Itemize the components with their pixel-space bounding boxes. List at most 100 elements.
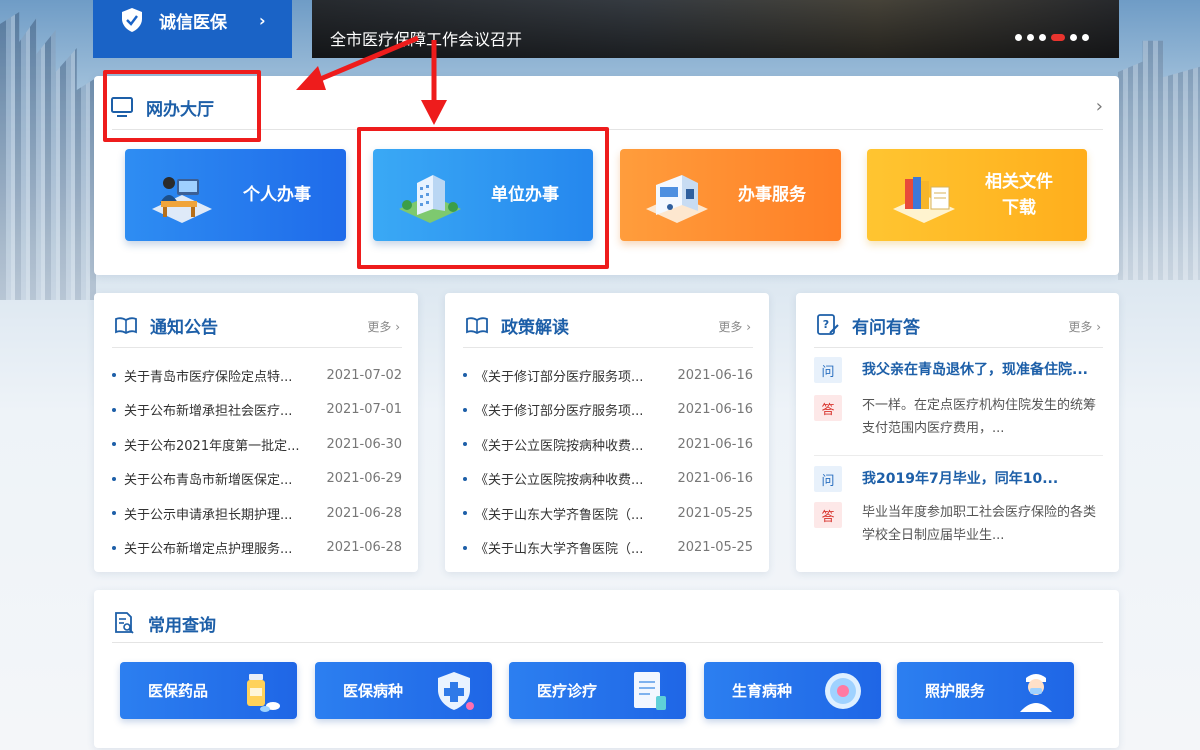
office-building-icon	[399, 175, 461, 223]
list-item-title[interactable]: 关于公布青岛市新增医保定...	[112, 469, 292, 488]
shield-check-icon	[122, 8, 142, 32]
notice-list: 关于青岛市医疗保险定点特... 2021-07-02 关于公布新增承担社会医疗..…	[112, 358, 402, 565]
list-item[interactable]: 《关于修订部分医疗服务项... 2021-06-16	[463, 393, 753, 428]
banner-caption[interactable]: 全市医疗保障工作会议召开	[330, 26, 522, 50]
monitor-icon	[111, 97, 133, 117]
list-item[interactable]: 《关于公立医院按病种收费... 2021-06-16	[463, 462, 753, 497]
answer-row: 答 不一样。在定点医疗机构住院发生的统筹支付范围内医疗费用，...	[814, 395, 1103, 440]
medical-treatment-label: 医疗诊疗	[537, 682, 598, 700]
list-item-date: 2021-07-01	[326, 402, 402, 418]
divider	[814, 455, 1103, 456]
qa-item[interactable]: 问 我父亲在青岛退休了，现准备住院... 答 不一样。在定点医疗机构住院发生的统…	[814, 357, 1103, 440]
service-affairs-button[interactable]: 办事服务	[620, 149, 841, 241]
open-book-icon	[115, 317, 137, 335]
list-item-title[interactable]: 《关于公立医院按病种收费...	[463, 435, 643, 454]
label-line-1: 相关文件	[985, 172, 1053, 192]
qa-item[interactable]: 问 我2019年7月毕业，同年10... 答 毕业当年度参加职工社会医疗保险的各…	[814, 466, 1103, 547]
document-download-label: 相关文件 下载	[985, 169, 1053, 221]
medical-diseases-label: 医保病种	[343, 682, 404, 700]
list-item-date: 2021-06-16	[677, 471, 753, 487]
common-query-panel: 常用查询 医保药品 医保病种 医疗诊疗 生育病种 照护服务	[94, 590, 1119, 748]
medical-shield-icon	[438, 671, 474, 710]
service-counter-icon	[646, 175, 708, 223]
question-edit-icon: ?	[817, 314, 839, 335]
divider	[112, 129, 1103, 130]
list-item[interactable]: 关于公布新增定点护理服务... 2021-06-28	[112, 531, 402, 566]
list-item-title[interactable]: 关于公布新增承担社会医疗...	[112, 400, 292, 419]
list-item[interactable]: 《关于修订部分医疗服务项... 2021-06-16	[463, 358, 753, 393]
medicine-bottle-icon	[247, 673, 280, 712]
question-row[interactable]: 问 我2019年7月毕业，同年10...	[814, 466, 1103, 492]
notice-title: 通知公告	[150, 317, 218, 338]
qa-panel: ? 有问有答 更多 › 问 我父亲在青岛退休了，现准备住院... 答 不一样。在…	[796, 293, 1119, 572]
answer-text: 毕业当年度参加职工社会医疗保险的各类学校全日制应届毕业生...	[862, 505, 1097, 543]
qa-more-link[interactable]: 更多 ›	[1068, 318, 1101, 335]
banner-dot[interactable]	[1070, 34, 1077, 41]
care-service-button[interactable]: 照护服务	[897, 662, 1074, 719]
list-item-title[interactable]: 关于公布2021年度第一批定...	[112, 435, 299, 454]
list-item-title[interactable]: 关于公布新增定点护理服务...	[112, 538, 292, 557]
list-item-title[interactable]: 关于青岛市医疗保险定点特...	[112, 366, 292, 385]
background-city-right	[1118, 40, 1200, 280]
medical-drugs-button[interactable]: 医保药品	[120, 662, 297, 719]
list-item-title[interactable]: 《关于山东大学齐鲁医院（...	[463, 504, 643, 523]
question-text[interactable]: 我2019年7月毕业，同年10...	[862, 466, 1058, 492]
news-banner[interactable]: 全市医疗保障工作会议召开	[312, 0, 1119, 58]
list-item-date: 2021-06-16	[677, 436, 753, 452]
list-item[interactable]: 关于青岛市医疗保险定点特... 2021-07-02	[112, 358, 402, 393]
chevron-right-icon: ›	[259, 10, 266, 30]
divider	[112, 347, 402, 348]
list-item[interactable]: 关于公布新增承担社会医疗... 2021-07-01	[112, 393, 402, 428]
common-query-title: 常用查询	[148, 615, 216, 636]
question-row[interactable]: 问 我父亲在青岛退休了，现准备住院...	[814, 357, 1103, 383]
question-badge: 问	[814, 357, 842, 383]
unit-affairs-button[interactable]: 单位办事	[373, 149, 593, 241]
list-item[interactable]: 《关于山东大学齐鲁医院（... 2021-05-25	[463, 531, 753, 566]
medical-treatment-button[interactable]: 医疗诊疗	[509, 662, 686, 719]
banner-dot[interactable]	[1027, 34, 1034, 41]
notice-header: 通知公告	[114, 312, 218, 338]
policy-title: 政策解读	[501, 317, 569, 338]
chevron-right-icon[interactable]: ›	[1096, 96, 1103, 117]
banner-dot[interactable]	[1039, 34, 1046, 41]
list-item-title[interactable]: 《关于修订部分医疗服务项...	[463, 366, 643, 385]
list-item-title[interactable]: 《关于山东大学齐鲁医院（...	[463, 538, 643, 557]
list-item-date: 2021-07-02	[326, 367, 402, 383]
background-city-left	[0, 12, 96, 300]
banner-dot[interactable]	[1082, 34, 1089, 41]
answer-badge: 答	[814, 395, 842, 421]
banner-dot[interactable]	[1015, 34, 1022, 41]
question-badge: 问	[814, 466, 842, 492]
list-item[interactable]: 《关于公立医院按病种收费... 2021-06-16	[463, 427, 753, 462]
list-item-date: 2021-06-29	[326, 471, 402, 487]
list-item[interactable]: 关于公示申请承担长期护理... 2021-06-28	[112, 496, 402, 531]
online-hall-header[interactable]: 网办大厅	[110, 94, 214, 120]
online-hall-panel: 网办大厅 › 个人办事 单位办事 办事服务 相关文件 下载	[94, 76, 1119, 275]
svg-text:?: ?	[823, 318, 829, 331]
qa-header: ? 有问有答	[816, 312, 920, 338]
personal-affairs-label: 个人办事	[243, 185, 311, 205]
maternity-diseases-button[interactable]: 生育病种	[704, 662, 881, 719]
common-query-header: 常用查询	[112, 610, 216, 636]
personal-affairs-button[interactable]: 个人办事	[125, 149, 346, 241]
policy-header: 政策解读	[465, 312, 569, 338]
medical-diseases-button[interactable]: 医保病种	[315, 662, 492, 719]
document-search-icon	[115, 612, 134, 634]
answer-row: 答 毕业当年度参加职工社会医疗保险的各类学校全日制应届毕业生...	[814, 502, 1103, 547]
notice-panel: 通知公告 更多 › 关于青岛市医疗保险定点特... 2021-07-02 关于公布…	[94, 293, 418, 572]
answer-text: 不一样。在定点医疗机构住院发生的统筹支付范围内医疗费用，...	[862, 398, 1097, 436]
list-item-title[interactable]: 《关于公立医院按病种收费...	[463, 469, 643, 488]
question-text[interactable]: 我父亲在青岛退休了，现准备住院...	[862, 357, 1088, 383]
list-item[interactable]: 关于公布2021年度第一批定... 2021-06-30	[112, 427, 402, 462]
list-item[interactable]: 关于公布青岛市新增医保定... 2021-06-29	[112, 462, 402, 497]
document-download-button[interactable]: 相关文件 下载	[867, 149, 1087, 241]
notice-more-link[interactable]: 更多 ›	[367, 318, 400, 335]
online-hall-title: 网办大厅	[146, 99, 214, 120]
credit-medical-insurance-link[interactable]: 诚信医保 ›	[93, 0, 292, 58]
list-item-title[interactable]: 《关于修订部分医疗服务项...	[463, 400, 643, 419]
policy-more-link[interactable]: 更多 ›	[718, 318, 751, 335]
list-item-title[interactable]: 关于公示申请承担长期护理...	[112, 504, 292, 523]
embryo-icon	[825, 672, 861, 709]
list-item[interactable]: 《关于山东大学齐鲁医院（... 2021-05-25	[463, 496, 753, 531]
banner-dot-active[interactable]	[1051, 34, 1065, 41]
